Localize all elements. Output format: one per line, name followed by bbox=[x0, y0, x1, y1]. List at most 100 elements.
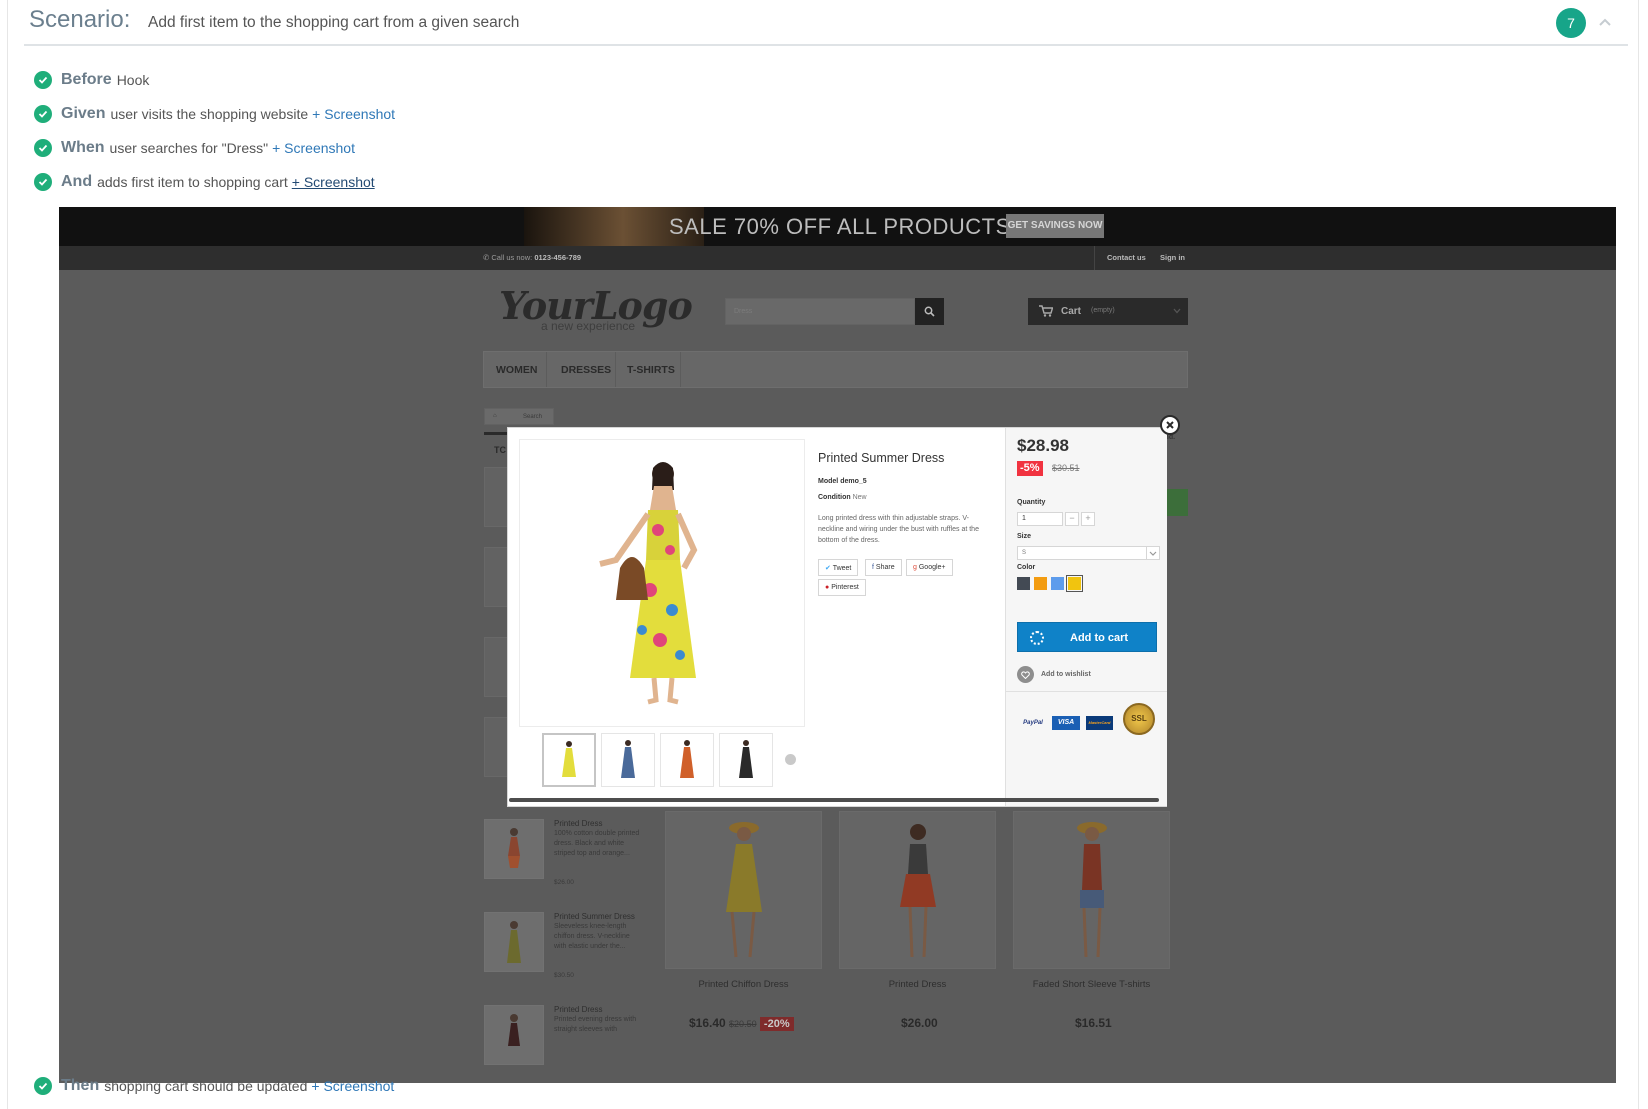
screenshot-toggle-link[interactable]: + Screenshot bbox=[292, 174, 375, 190]
quantity-input[interactable]: 1 bbox=[1017, 512, 1063, 526]
screenshot-toggle-link[interactable]: + Screenshot bbox=[272, 140, 355, 156]
step-and: And adds first item to shopping cart + S… bbox=[34, 170, 375, 194]
product-condition: Condition New bbox=[818, 494, 867, 501]
cart-label: Cart bbox=[1061, 306, 1082, 317]
chevron-right-icon[interactable] bbox=[785, 754, 796, 765]
old-price: $20.50 bbox=[729, 1019, 757, 1029]
step-keyword: Before bbox=[61, 71, 112, 88]
pinterest-button[interactable]: ● Pinterest bbox=[818, 579, 866, 596]
discount-badge: -20% bbox=[759, 1017, 794, 1031]
size-select[interactable]: S bbox=[1017, 546, 1160, 560]
check-circle-icon bbox=[34, 139, 52, 157]
product-image bbox=[1077, 822, 1107, 958]
menu-item-dresses[interactable]: DRESSES bbox=[561, 364, 611, 376]
step-when: When user searches for "Dress" + Screens… bbox=[34, 136, 355, 160]
step-text: shopping cart should be updated bbox=[104, 1078, 308, 1094]
quantity-decrease-button[interactable]: − bbox=[1065, 512, 1079, 526]
menu-item-women[interactable]: WOMEN bbox=[496, 364, 537, 376]
product-name[interactable]: Printed Chiffon Dress bbox=[665, 979, 822, 990]
discount-badge: -5% bbox=[1017, 461, 1043, 476]
menu-item-tshirts[interactable]: T-SHIRTS bbox=[627, 364, 675, 376]
screenshot-toggle-link[interactable]: + Screenshot bbox=[312, 106, 395, 122]
color-swatch[interactable] bbox=[1066, 575, 1083, 592]
product-thumbnail[interactable] bbox=[484, 912, 544, 972]
product-summary: Printed Dress Printed evening dress with… bbox=[554, 1005, 642, 1035]
product-name[interactable]: Printed Dress bbox=[554, 1005, 642, 1015]
quick-view-modal: Printed Summer Dress Model demo_5 Condit… bbox=[507, 427, 1167, 807]
product-description: Sleeveless knee-length chiffon dress. V-… bbox=[554, 923, 630, 950]
list-item[interactable]: Printed Dress Printed evening dress with… bbox=[484, 1005, 644, 1083]
breadcrumb-current: Search bbox=[523, 414, 543, 420]
scenario-header[interactable]: Scenario: Add first item to the shopping… bbox=[24, 0, 1628, 46]
home-icon[interactable]: ⌂ bbox=[493, 413, 497, 419]
step-keyword: Given bbox=[61, 105, 106, 122]
product-price: $28.98 bbox=[1017, 436, 1069, 455]
share-button[interactable]: f Share bbox=[865, 559, 902, 576]
ssl-seal: SSL bbox=[1123, 703, 1155, 735]
cart-status: (empty) bbox=[1091, 307, 1115, 314]
product-thumbnail[interactable] bbox=[484, 819, 544, 879]
google-plus-button[interactable]: g Google+ bbox=[906, 559, 953, 576]
condition-value: New bbox=[852, 494, 867, 501]
product-card[interactable] bbox=[839, 811, 996, 969]
step-text: adds first item to shopping cart bbox=[97, 174, 288, 190]
cart-button[interactable]: Cart (empty) bbox=[1028, 298, 1188, 325]
model-value: demo_5 bbox=[840, 478, 867, 485]
horizontal-scrollbar[interactable] bbox=[509, 798, 1159, 802]
contact-link[interactable]: Contact us bbox=[1107, 253, 1146, 262]
step-keyword: When bbox=[61, 139, 105, 156]
search-button[interactable] bbox=[915, 298, 944, 325]
screenshot-toggle-link[interactable]: + Screenshot bbox=[311, 1078, 394, 1094]
product-card[interactable] bbox=[1013, 811, 1170, 969]
search-input[interactable]: Dress bbox=[725, 298, 915, 325]
chevron-up-icon[interactable] bbox=[1597, 14, 1613, 30]
promo-button[interactable]: GET SAVINGS NOW bbox=[1006, 214, 1104, 238]
product-price: $16.51 bbox=[1075, 1016, 1112, 1030]
divider bbox=[1094, 246, 1095, 270]
product-price: $26.00 bbox=[554, 879, 574, 886]
check-circle-icon bbox=[34, 71, 52, 89]
check-circle-icon bbox=[34, 173, 52, 191]
step-keyword: And bbox=[61, 173, 93, 190]
thumbnail[interactable] bbox=[660, 733, 714, 787]
thumbnail[interactable] bbox=[542, 733, 596, 787]
model-label: Model bbox=[818, 478, 839, 485]
chevron-down-icon bbox=[1146, 547, 1159, 559]
product-image bbox=[726, 822, 762, 958]
logo-tagline: a new experience bbox=[541, 319, 636, 333]
scenario-title: Add first item to the shopping cart from… bbox=[148, 14, 520, 31]
quantity-increase-button[interactable]: + bbox=[1081, 512, 1095, 526]
color-swatch[interactable] bbox=[1051, 577, 1064, 590]
google-plus-icon: g bbox=[913, 564, 917, 571]
product-main-image[interactable] bbox=[519, 439, 805, 727]
product-name[interactable]: Printed Dress bbox=[839, 979, 996, 990]
check-circle-icon bbox=[34, 105, 52, 123]
product-name[interactable]: Faded Short Sleeve T-shirts bbox=[1013, 979, 1170, 990]
close-icon[interactable] bbox=[1160, 415, 1180, 435]
product-name[interactable]: Printed Dress bbox=[554, 819, 642, 829]
size-value: S bbox=[1022, 550, 1027, 556]
thumbnail[interactable] bbox=[719, 733, 773, 787]
color-swatch[interactable] bbox=[1017, 577, 1030, 590]
step-text: user visits the shopping website bbox=[110, 106, 309, 122]
product-reference: Model demo_5 bbox=[818, 478, 867, 485]
facebook-icon: f bbox=[872, 564, 874, 571]
signin-link[interactable]: Sign in bbox=[1160, 253, 1185, 262]
list-item[interactable]: Printed Summer Dress Sleeveless knee-len… bbox=[484, 912, 644, 992]
product-name[interactable]: Printed Summer Dress bbox=[554, 912, 642, 922]
product-price: $30.50 bbox=[554, 972, 574, 979]
list-item[interactable]: Printed Dress 100% cotton double printed… bbox=[484, 819, 644, 899]
condition-label: Condition bbox=[818, 494, 851, 501]
product-thumbnail[interactable] bbox=[484, 1005, 544, 1065]
product-card[interactable] bbox=[665, 811, 822, 969]
add-to-cart-label: Add to cart bbox=[1070, 632, 1129, 644]
shop-logo[interactable]: YourLogo a new experience bbox=[499, 283, 693, 333]
quantity-label: Quantity bbox=[1017, 499, 1046, 506]
phone-info: ✆ Call us now: 0123-456-789 bbox=[483, 253, 582, 262]
tweet-button[interactable]: ✔ Tweet bbox=[818, 559, 859, 576]
add-to-cart-button[interactable]: Add to cart bbox=[1017, 622, 1157, 652]
add-to-wishlist-link[interactable]: Add to wishlist bbox=[1017, 666, 1091, 683]
color-swatch[interactable] bbox=[1034, 577, 1047, 590]
thumbnail[interactable] bbox=[601, 733, 655, 787]
product-description: Long printed dress with thin adjustable … bbox=[818, 515, 979, 544]
